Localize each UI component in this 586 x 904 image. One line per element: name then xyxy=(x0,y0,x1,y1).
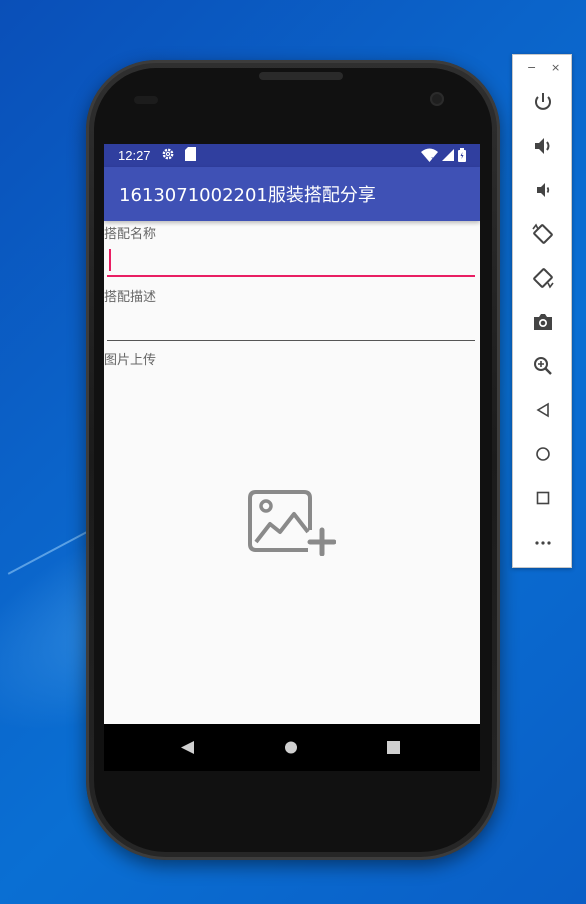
minimize-button[interactable]: − xyxy=(527,61,536,74)
gear-icon xyxy=(161,147,175,165)
name-input-underline xyxy=(107,275,475,277)
front-camera xyxy=(430,92,444,106)
home-circle-icon[interactable] xyxy=(262,724,322,771)
page-title: 1613071002201服装搭配分享 xyxy=(119,185,376,206)
navigation-bar xyxy=(104,724,480,771)
overview-icon[interactable] xyxy=(528,483,558,513)
svg-text:x: x xyxy=(431,155,435,162)
rotate-right-icon[interactable] xyxy=(528,263,558,293)
camera-icon[interactable] xyxy=(528,307,558,337)
close-button[interactable]: × xyxy=(551,61,560,74)
sd-card-icon xyxy=(184,146,196,165)
status-time: 12:27 xyxy=(118,148,151,163)
more-icon[interactable] xyxy=(528,527,558,557)
status-right-icons: x xyxy=(421,148,466,166)
description-input[interactable] xyxy=(107,307,475,341)
phone-screen: 12:27 x 1613071002201服装搭配分享 搭配名称 搭配描述 图片… xyxy=(104,144,480,771)
name-label: 搭配名称 xyxy=(104,227,157,242)
earpiece-speaker xyxy=(259,72,343,80)
name-input[interactable] xyxy=(107,243,475,277)
status-bar: 12:27 x xyxy=(104,144,480,167)
volume-down-icon[interactable] xyxy=(528,175,558,205)
battery-icon xyxy=(458,148,466,166)
signal-icon xyxy=(442,149,454,165)
power-icon[interactable] xyxy=(528,87,558,117)
back-icon[interactable] xyxy=(528,395,558,425)
add-image-icon[interactable] xyxy=(248,490,337,557)
proximity-sensor xyxy=(134,96,158,104)
recents-square-icon[interactable] xyxy=(364,724,424,771)
home-icon[interactable] xyxy=(528,439,558,469)
toolbar-window-controls: − × xyxy=(513,61,573,75)
app-bar: 1613071002201服装搭配分享 xyxy=(104,167,480,221)
volume-up-icon[interactable] xyxy=(528,131,558,161)
description-label: 搭配描述 xyxy=(104,290,157,305)
zoom-icon[interactable] xyxy=(528,351,558,381)
text-caret xyxy=(109,249,111,271)
image-upload-label: 图片上传 xyxy=(104,353,157,368)
wifi-icon: x xyxy=(421,148,438,166)
description-input-underline xyxy=(107,340,475,341)
back-triangle-icon[interactable] xyxy=(158,724,218,771)
emulator-toolbar: − × xyxy=(512,54,572,568)
rotate-left-icon[interactable] xyxy=(528,219,558,249)
